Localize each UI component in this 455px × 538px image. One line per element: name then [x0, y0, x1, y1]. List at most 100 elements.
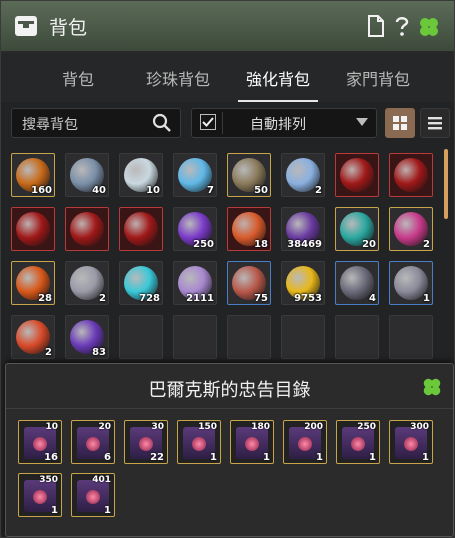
- divider: [222, 112, 223, 134]
- item-slot[interactable]: 2: [281, 153, 325, 197]
- item-slot[interactable]: 28: [11, 261, 55, 305]
- auto-sort-dropdown[interactable]: 自動排列: [191, 108, 377, 138]
- list-icon: [428, 117, 442, 130]
- item-count: 50: [254, 185, 268, 196]
- help-icon[interactable]: [394, 15, 410, 37]
- item-slot[interactable]: [65, 207, 109, 251]
- item-count: 2: [45, 347, 52, 358]
- item-count: 75: [254, 293, 268, 304]
- tab-pearl-inventory[interactable]: 珍珠背包: [128, 66, 228, 90]
- gem-icon: [33, 437, 47, 451]
- tab-inventory[interactable]: 背包: [28, 66, 128, 90]
- empty-slot[interactable]: [335, 315, 379, 359]
- advice-book-slot[interactable]: 180 1: [230, 420, 274, 464]
- advice-book-slot[interactable]: 20 6: [71, 420, 115, 464]
- advice-book-slot[interactable]: 300 1: [389, 420, 433, 464]
- clover-icon[interactable]: [417, 15, 441, 39]
- item-grid: 160 40 10 7 50 2 250 18 38469 20 2 28 2 728 2111 75 9753…: [1, 145, 454, 363]
- item-slot[interactable]: 2: [389, 207, 433, 251]
- item-count: 83: [92, 347, 106, 358]
- scrollbar[interactable]: [444, 149, 448, 219]
- document-icon[interactable]: [367, 15, 385, 37]
- title-bar[interactable]: 背包: [1, 1, 454, 52]
- item-slot[interactable]: 10: [119, 153, 163, 197]
- clover-icon[interactable]: [421, 376, 443, 398]
- advice-book-slot[interactable]: 30 22: [124, 420, 168, 464]
- item-slot[interactable]: [335, 153, 379, 197]
- item-slot[interactable]: 2111: [173, 261, 217, 305]
- empty-slot[interactable]: [173, 315, 217, 359]
- tab-family-inventory[interactable]: 家門背包: [328, 66, 428, 90]
- item-slot[interactable]: 160: [11, 153, 55, 197]
- item-slot[interactable]: 38469: [281, 207, 325, 251]
- item-count: 2: [315, 185, 322, 196]
- search-icon[interactable]: [152, 113, 172, 133]
- item-count: 22: [150, 452, 164, 463]
- item-count: 4: [369, 293, 376, 304]
- item-slot[interactable]: 83: [65, 315, 109, 359]
- item-slot[interactable]: 18: [227, 207, 271, 251]
- gem-icon: [139, 437, 153, 451]
- empty-slot[interactable]: [119, 315, 163, 359]
- item-slot[interactable]: 50: [227, 153, 271, 197]
- item-count: 1: [316, 452, 323, 463]
- advice-level: 300: [410, 422, 429, 432]
- gem-icon: [351, 437, 365, 451]
- item-slot[interactable]: 4: [335, 261, 379, 305]
- gem-icon: [298, 437, 312, 451]
- gem-icon: [33, 490, 47, 504]
- item-slot[interactable]: 75: [227, 261, 271, 305]
- tab-enhancement-inventory[interactable]: 強化背包: [228, 66, 328, 90]
- item-count: 20: [362, 239, 376, 250]
- item-count: 7: [207, 185, 214, 196]
- active-tab-underline: [238, 100, 318, 102]
- item-count: 16: [44, 452, 58, 463]
- item-count: 9753: [294, 293, 322, 304]
- advice-book-slot[interactable]: 10 16: [18, 420, 62, 464]
- advice-book-slot[interactable]: 250 1: [336, 420, 380, 464]
- item-slot[interactable]: 40: [65, 153, 109, 197]
- item-count: 38469: [287, 239, 322, 250]
- tab-bar: 背包 珍珠背包 強化背包 家門背包: [1, 52, 454, 102]
- grid-view-button[interactable]: [385, 108, 415, 138]
- item-slot[interactable]: 2: [65, 261, 109, 305]
- advice-book-slot[interactable]: 200 1: [283, 420, 327, 464]
- item-count: 1: [104, 505, 111, 516]
- advice-book-slot[interactable]: 150 1: [177, 420, 221, 464]
- item-count: 250: [193, 239, 214, 250]
- item-slot[interactable]: 250: [173, 207, 217, 251]
- empty-slot[interactable]: [389, 315, 433, 359]
- item-slot[interactable]: [11, 207, 55, 251]
- red-claw-icon: [394, 158, 428, 192]
- item-count: 10: [146, 185, 160, 196]
- gem-icon: [86, 437, 100, 451]
- empty-slot[interactable]: [227, 315, 271, 359]
- gem-icon: [404, 437, 418, 451]
- search-input[interactable]: 搜尋背包: [11, 108, 181, 138]
- item-slot[interactable]: 9753: [281, 261, 325, 305]
- item-slot[interactable]: 20: [335, 207, 379, 251]
- advice-book-slot[interactable]: 401 1: [71, 473, 115, 517]
- item-count: 1: [210, 452, 217, 463]
- item-slot[interactable]: 1: [389, 261, 433, 305]
- list-view-button[interactable]: [420, 108, 450, 138]
- advice-book-slot[interactable]: 350 1: [18, 473, 62, 517]
- empty-slot[interactable]: [281, 315, 325, 359]
- item-count: 1: [369, 452, 376, 463]
- item-slot[interactable]: 7: [173, 153, 217, 197]
- red-claw-icon: [70, 212, 104, 246]
- item-slot[interactable]: [389, 153, 433, 197]
- advice-level: 10: [45, 422, 58, 432]
- auto-sort-checkbox[interactable]: [200, 114, 216, 130]
- item-slot[interactable]: 728: [119, 261, 163, 305]
- red-claw-icon: [16, 212, 50, 246]
- advice-level: 350: [39, 475, 58, 485]
- item-slot[interactable]: 2: [11, 315, 55, 359]
- advice-level: 20: [98, 422, 111, 432]
- toolbar: 搜尋背包 自動排列: [1, 104, 454, 142]
- bartali-advice-panel: 巴爾克斯的忠告目錄 10 16 20 6 30 22 150 1 180 1 200 1 250 1 300…: [5, 363, 454, 537]
- item-slot[interactable]: [119, 207, 163, 251]
- item-count: 1: [422, 452, 429, 463]
- red-claw-icon: [124, 212, 158, 246]
- search-placeholder: 搜尋背包: [22, 117, 78, 133]
